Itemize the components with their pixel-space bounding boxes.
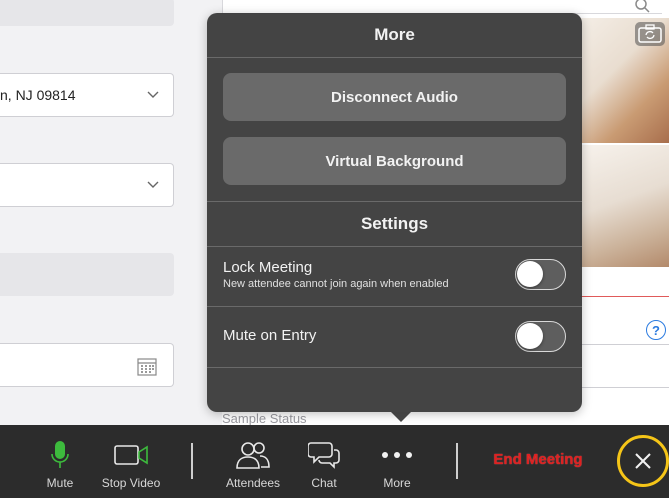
divider bbox=[207, 57, 582, 58]
popover-title: More bbox=[374, 25, 415, 44]
form-block-middle bbox=[0, 253, 174, 296]
end-meeting-button[interactable]: End Meeting bbox=[478, 451, 598, 468]
form-block-top bbox=[0, 0, 174, 26]
disconnect-audio-label: Disconnect Audio bbox=[331, 88, 458, 106]
sample-status-label: Sample Status bbox=[222, 411, 307, 426]
more-button[interactable]: More bbox=[377, 425, 417, 498]
dropdown-select[interactable] bbox=[0, 163, 174, 207]
divider bbox=[207, 201, 582, 202]
ellipsis-icon bbox=[382, 452, 412, 458]
settings-heading: Settings bbox=[360, 214, 429, 233]
form-panel: n, NJ 09814 bbox=[0, 0, 190, 425]
stop-video-button[interactable]: Stop Video bbox=[96, 425, 166, 498]
popover-arrow bbox=[391, 412, 411, 422]
divider bbox=[207, 306, 582, 307]
mute-on-entry-label: Mute on Entry bbox=[223, 327, 317, 344]
mute-label: Mute bbox=[46, 476, 74, 490]
toggle-knob bbox=[517, 261, 543, 287]
chevron-down-icon bbox=[147, 181, 159, 188]
validation-underline bbox=[580, 296, 669, 297]
people-icon bbox=[236, 442, 270, 469]
meeting-toolbar: Mute Stop Video Attendees Chat More End … bbox=[0, 425, 669, 498]
toolbar-divider bbox=[456, 443, 458, 479]
more-popover: More Disconnect Audio Virtual Background… bbox=[207, 13, 582, 422]
more-label: More bbox=[383, 476, 411, 490]
camera-flip-icon bbox=[638, 24, 662, 43]
chat-button[interactable]: Chat bbox=[302, 425, 346, 498]
video-camera-icon bbox=[114, 445, 148, 465]
attendees-label: Attendees bbox=[225, 476, 281, 490]
search-input[interactable] bbox=[222, 0, 662, 14]
virtual-background-label: Virtual Background bbox=[325, 152, 464, 170]
calendar-icon[interactable] bbox=[137, 356, 157, 376]
toggle-knob bbox=[517, 323, 543, 349]
toolbar-divider bbox=[191, 443, 193, 479]
search-icon[interactable] bbox=[634, 0, 652, 16]
chat-label: Chat bbox=[311, 476, 337, 490]
close-icon bbox=[635, 453, 651, 469]
divider bbox=[207, 367, 582, 368]
close-button[interactable] bbox=[617, 435, 669, 487]
mute-on-entry-toggle[interactable] bbox=[515, 321, 566, 352]
address-value: n, NJ 09814 bbox=[0, 87, 76, 103]
camera-flip-button[interactable] bbox=[635, 22, 665, 46]
disconnect-audio-button[interactable]: Disconnect Audio bbox=[223, 73, 566, 121]
help-icon[interactable]: ? bbox=[646, 320, 666, 340]
lock-meeting-toggle[interactable] bbox=[515, 259, 566, 290]
participant-video-bottom bbox=[580, 145, 669, 267]
virtual-background-button[interactable]: Virtual Background bbox=[223, 137, 566, 185]
right-input-field[interactable] bbox=[580, 344, 669, 388]
attendees-button[interactable]: Attendees bbox=[222, 425, 284, 498]
stop-video-label: Stop Video bbox=[101, 476, 161, 490]
lock-meeting-description: New attendee cannot join again when enab… bbox=[223, 278, 449, 290]
chevron-down-icon bbox=[147, 91, 159, 98]
date-field[interactable] bbox=[0, 343, 174, 387]
lock-meeting-label: Lock Meeting bbox=[223, 259, 313, 276]
mute-button[interactable]: Mute bbox=[40, 425, 80, 498]
divider bbox=[207, 246, 582, 247]
chat-bubbles-icon bbox=[308, 442, 340, 469]
microphone-icon bbox=[51, 441, 69, 468]
address-select[interactable]: n, NJ 09814 bbox=[0, 73, 174, 117]
